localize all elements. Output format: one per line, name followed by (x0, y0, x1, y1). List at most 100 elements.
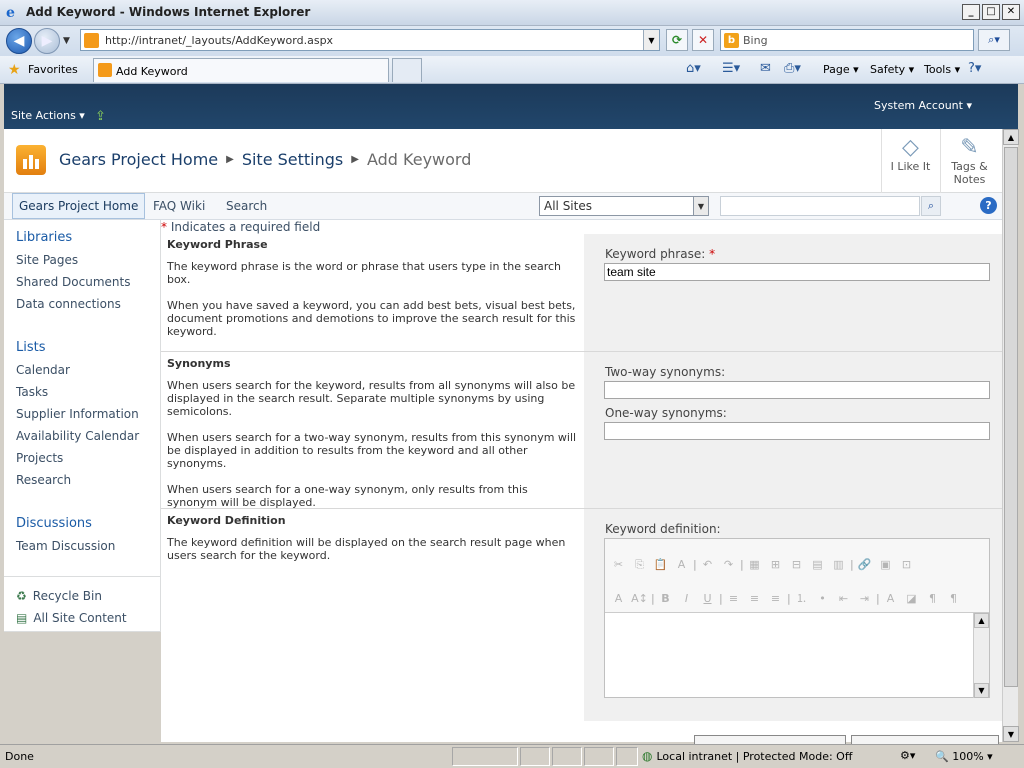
scroll-up-icon[interactable]: ▲ (974, 613, 989, 628)
site-logo-icon[interactable] (16, 145, 46, 175)
user-menu[interactable]: System Account ▾ (874, 99, 972, 112)
insert-image-icon[interactable]: ▣ (876, 556, 895, 574)
align-right-icon[interactable]: ≡ (766, 590, 785, 608)
nav-header-lists[interactable]: Lists (16, 340, 46, 355)
page-scroll-thumb[interactable] (1004, 147, 1018, 687)
underline-icon[interactable]: U (698, 590, 717, 608)
address-bar[interactable]: http://intranet/_layouts/AddKeyword.aspx… (80, 29, 660, 51)
copy-icon[interactable]: ⎘ (630, 556, 649, 574)
safety-menu[interactable]: Safety ▾ (870, 63, 914, 76)
decrease-indent-icon[interactable]: ⇤ (834, 590, 853, 608)
favorites-button[interactable]: Favorites (28, 63, 78, 76)
ltr-icon[interactable]: ¶ (923, 590, 942, 608)
nav-item-research[interactable]: Research (16, 473, 71, 487)
merge-cells-icon[interactable]: ▤ (808, 556, 827, 574)
note-icon: ✎ (960, 135, 979, 160)
insert-row-icon[interactable]: ⊞ (766, 556, 785, 574)
new-tab-button[interactable] (392, 58, 422, 82)
zoom-level[interactable]: 🔍 100% ▾ (935, 750, 993, 763)
split-cells-icon[interactable]: ▥ (829, 556, 848, 574)
redo-icon[interactable]: ↷ (719, 556, 738, 574)
breadcrumb-link-site-settings[interactable]: Site Settings (242, 150, 343, 169)
scope-dropdown-icon[interactable]: ▼ (693, 197, 708, 215)
minimize-icon[interactable]: _ (962, 4, 980, 20)
browser-search-button[interactable]: ⌕▾ (978, 29, 1010, 51)
site-search-input[interactable] (720, 196, 920, 216)
nav-item-tasks[interactable]: Tasks (16, 385, 48, 399)
browser-tab-active[interactable]: Add Keyword (93, 58, 389, 82)
two-way-synonyms-input[interactable] (604, 381, 990, 399)
align-center-icon[interactable]: ≡ (745, 590, 764, 608)
feeds-icon[interactable]: ☰▾ (722, 61, 740, 76)
page-scrollbar[interactable]: ▲ ▼ (1002, 129, 1019, 742)
bulleted-list-icon[interactable]: • (813, 590, 832, 608)
text-color-icon[interactable]: A (881, 590, 900, 608)
nav-item-data-connections[interactable]: Data connections (16, 297, 121, 311)
rtl-icon[interactable]: ¶ (944, 590, 963, 608)
undo-icon[interactable]: ↶ (698, 556, 717, 574)
insert-link-icon[interactable]: 🔗 (855, 556, 874, 574)
nav-item-site-pages[interactable]: Site Pages (16, 253, 78, 267)
spelling-icon[interactable]: A (672, 556, 691, 574)
close-icon[interactable]: ✕ (1002, 4, 1020, 20)
insert-table-icon[interactable]: ▦ (745, 556, 764, 574)
page-scroll-up-icon[interactable]: ▲ (1003, 129, 1019, 145)
all-site-content-link[interactable]: ▤ All Site Content (16, 611, 127, 625)
home-icon[interactable]: ⌂▾ (686, 61, 701, 76)
navigate-up-icon[interactable]: ⇪ (95, 109, 106, 124)
site-search-button[interactable]: ⌕ (921, 196, 941, 216)
page-scroll-down-icon[interactable]: ▼ (1003, 726, 1019, 742)
search-scope-select[interactable]: All Sites ▼ (539, 196, 709, 216)
security-zone[interactable]: ◍ Local intranet | Protected Mode: Off (642, 749, 852, 763)
bold-icon[interactable]: B (656, 590, 675, 608)
italic-icon[interactable]: I (677, 590, 696, 608)
address-dropdown-icon[interactable]: ▼ (643, 30, 659, 50)
insert-column-icon[interactable]: ⊟ (787, 556, 806, 574)
font-size-icon[interactable]: A↕ (630, 590, 649, 608)
page-menu[interactable]: Page ▾ (823, 63, 859, 76)
refresh-button[interactable]: ⟳ (666, 29, 688, 51)
nav-item-calendar[interactable]: Calendar (16, 363, 70, 377)
tags-notes-button[interactable]: ✎ Tags & Notes (940, 129, 998, 193)
background-color-icon[interactable]: ◪ (902, 590, 921, 608)
keyword-phrase-input[interactable] (604, 263, 990, 281)
help-menu-icon[interactable]: ?▾ (968, 61, 981, 76)
i-like-it-button[interactable]: ◇ I Like It (881, 129, 939, 193)
paste-icon[interactable]: 📋 (651, 556, 670, 574)
maximize-icon[interactable]: □ (982, 4, 1000, 20)
stop-button[interactable]: ✕ (692, 29, 714, 51)
numbered-list-icon[interactable]: ⒈ (792, 590, 811, 608)
cut-icon[interactable]: ✂ (609, 556, 628, 574)
font-icon[interactable]: A (609, 590, 628, 608)
topnav-faq-wiki[interactable]: FAQ Wiki (147, 193, 211, 219)
nav-item-shared-documents[interactable]: Shared Documents (16, 275, 130, 289)
nav-header-libraries[interactable]: Libraries (16, 230, 72, 245)
protected-mode-icon[interactable]: ⚙▾ (900, 749, 915, 762)
editor-scrollbar[interactable]: ▲ ▼ (973, 613, 989, 698)
tools-menu[interactable]: Tools ▾ (924, 63, 960, 76)
nav-item-projects[interactable]: Projects (16, 451, 63, 465)
scroll-down-icon[interactable]: ▼ (974, 683, 989, 698)
site-actions-menu[interactable]: Site Actions ▾ (11, 109, 85, 122)
increase-indent-icon[interactable]: ⇥ (855, 590, 874, 608)
forward-button[interactable]: ▶ (34, 28, 60, 54)
nav-item-availability-calendar[interactable]: Availability Calendar (16, 429, 139, 443)
print-icon[interactable]: ⎙▾ (784, 61, 801, 76)
back-button[interactable]: ◀ (6, 28, 32, 54)
breadcrumb-link-home[interactable]: Gears Project Home (59, 150, 218, 169)
nav-item-supplier-information[interactable]: Supplier Information (16, 407, 139, 421)
help-icon[interactable]: ? (980, 197, 997, 214)
topnav-search[interactable]: Search (220, 193, 273, 219)
nav-header-discussions[interactable]: Discussions (16, 516, 92, 531)
nav-item-team-discussion[interactable]: Team Discussion (16, 539, 115, 553)
keyword-definition-editor[interactable]: ▲ ▼ (605, 612, 989, 698)
favorites-star-icon[interactable]: ★ (8, 62, 21, 78)
browser-search-input[interactable]: b Bing (720, 29, 974, 51)
history-dropdown-icon[interactable]: ▼ (63, 36, 70, 46)
source-icon[interactable]: ⊡ (897, 556, 916, 574)
topnav-gears-project-home[interactable]: Gears Project Home (12, 193, 146, 219)
mail-icon[interactable]: ✉ (760, 61, 771, 76)
one-way-synonyms-input[interactable] (604, 422, 990, 440)
recycle-bin-link[interactable]: ♻ Recycle Bin (16, 589, 102, 603)
align-left-icon[interactable]: ≡ (724, 590, 743, 608)
